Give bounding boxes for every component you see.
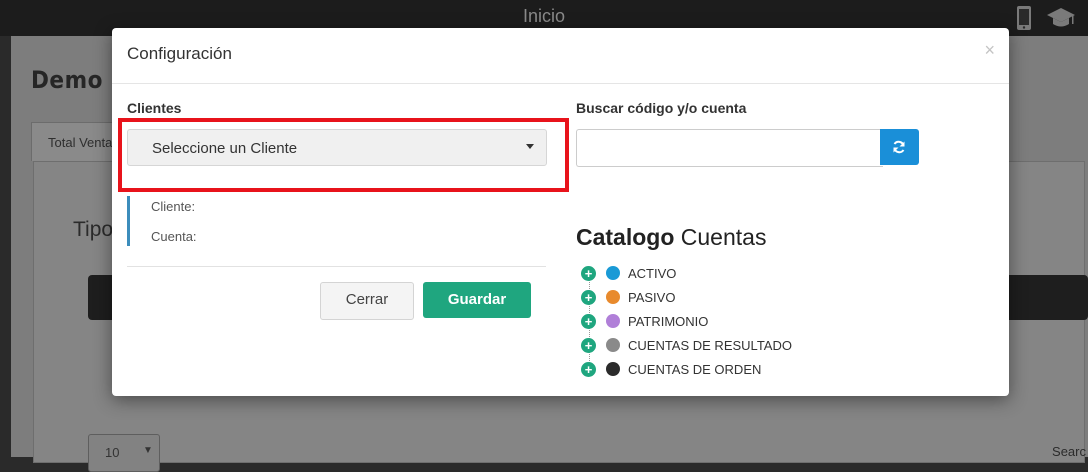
tree-item-label: PATRIMONIO bbox=[628, 313, 709, 329]
expand-plus-icon[interactable]: + bbox=[581, 313, 596, 329]
cliente-select[interactable]: Seleccione un Cliente bbox=[127, 129, 547, 166]
color-dot-icon bbox=[606, 338, 620, 352]
color-dot-icon bbox=[606, 314, 620, 328]
catalog-tree: + ACTIVO + PASIVO + PATRIMONIO + CUENTAS DE RES… bbox=[581, 261, 792, 381]
page-size-select[interactable]: 10 ▼ bbox=[88, 434, 160, 472]
cerrar-button[interactable]: Cerrar bbox=[320, 282, 414, 320]
cliente-info-label: Cliente: bbox=[151, 199, 196, 214]
search-label: Buscar código y/o cuenta bbox=[576, 100, 747, 116]
refresh-icon bbox=[893, 140, 905, 154]
expand-plus-icon[interactable]: + bbox=[581, 289, 596, 305]
modal-header: Configuración × bbox=[112, 28, 1009, 84]
mobile-phone-icon[interactable] bbox=[1016, 5, 1032, 36]
page-size-value: 10 bbox=[105, 445, 120, 460]
tree-item[interactable]: + ACTIVO bbox=[581, 261, 792, 285]
cuenta-info-label: Cuenta: bbox=[151, 229, 197, 244]
tree-item[interactable]: + PATRIMONIO bbox=[581, 309, 792, 333]
clientes-label: Clientes bbox=[127, 100, 182, 116]
tree-item-label: PASIVO bbox=[628, 289, 676, 305]
catalog-title-rest: Cuentas bbox=[680, 224, 767, 250]
tab-label: Total Venta bbox=[48, 135, 113, 150]
search-input[interactable] bbox=[576, 129, 883, 167]
selection-info: Cliente: Cuenta: bbox=[127, 196, 430, 246]
cliente-select-value: Seleccione un Cliente bbox=[152, 140, 298, 157]
navbar-title: Inicio bbox=[522, 6, 566, 26]
tree-item[interactable]: + CUENTAS DE RESULTADO bbox=[581, 333, 792, 357]
guardar-button[interactable]: Guardar bbox=[423, 282, 531, 318]
expand-plus-icon[interactable]: + bbox=[581, 361, 596, 377]
divider bbox=[127, 266, 546, 267]
color-dot-icon bbox=[606, 362, 620, 376]
color-dot-icon bbox=[606, 290, 620, 304]
graduation-cap-icon[interactable] bbox=[1046, 7, 1076, 34]
navbar-icons bbox=[1016, 5, 1076, 36]
configuracion-modal: Configuración × Clientes Seleccione un C… bbox=[112, 28, 1009, 396]
expand-plus-icon[interactable]: + bbox=[581, 265, 596, 281]
tree-item-label: CUENTAS DE RESULTADO bbox=[628, 337, 792, 353]
catalog-title-bold: Catalogo bbox=[576, 224, 675, 250]
color-dot-icon bbox=[606, 266, 620, 280]
catalog-title: Catalogo Cuentas bbox=[576, 224, 766, 251]
tree-item[interactable]: + PASIVO bbox=[581, 285, 792, 309]
caret-down-icon bbox=[526, 144, 534, 149]
modal-title: Configuración bbox=[127, 44, 232, 63]
refresh-button[interactable] bbox=[880, 129, 919, 165]
chevron-down-icon: ▼ bbox=[143, 445, 153, 456]
close-icon[interactable]: × bbox=[984, 40, 995, 61]
tree-item-label: ACTIVO bbox=[628, 265, 677, 281]
expand-plus-icon[interactable]: + bbox=[581, 337, 596, 353]
section-title: Tipo bbox=[73, 218, 114, 241]
tree-item-label: CUENTAS DE ORDEN bbox=[628, 361, 762, 377]
tree-item[interactable]: + CUENTAS DE ORDEN bbox=[581, 357, 792, 381]
